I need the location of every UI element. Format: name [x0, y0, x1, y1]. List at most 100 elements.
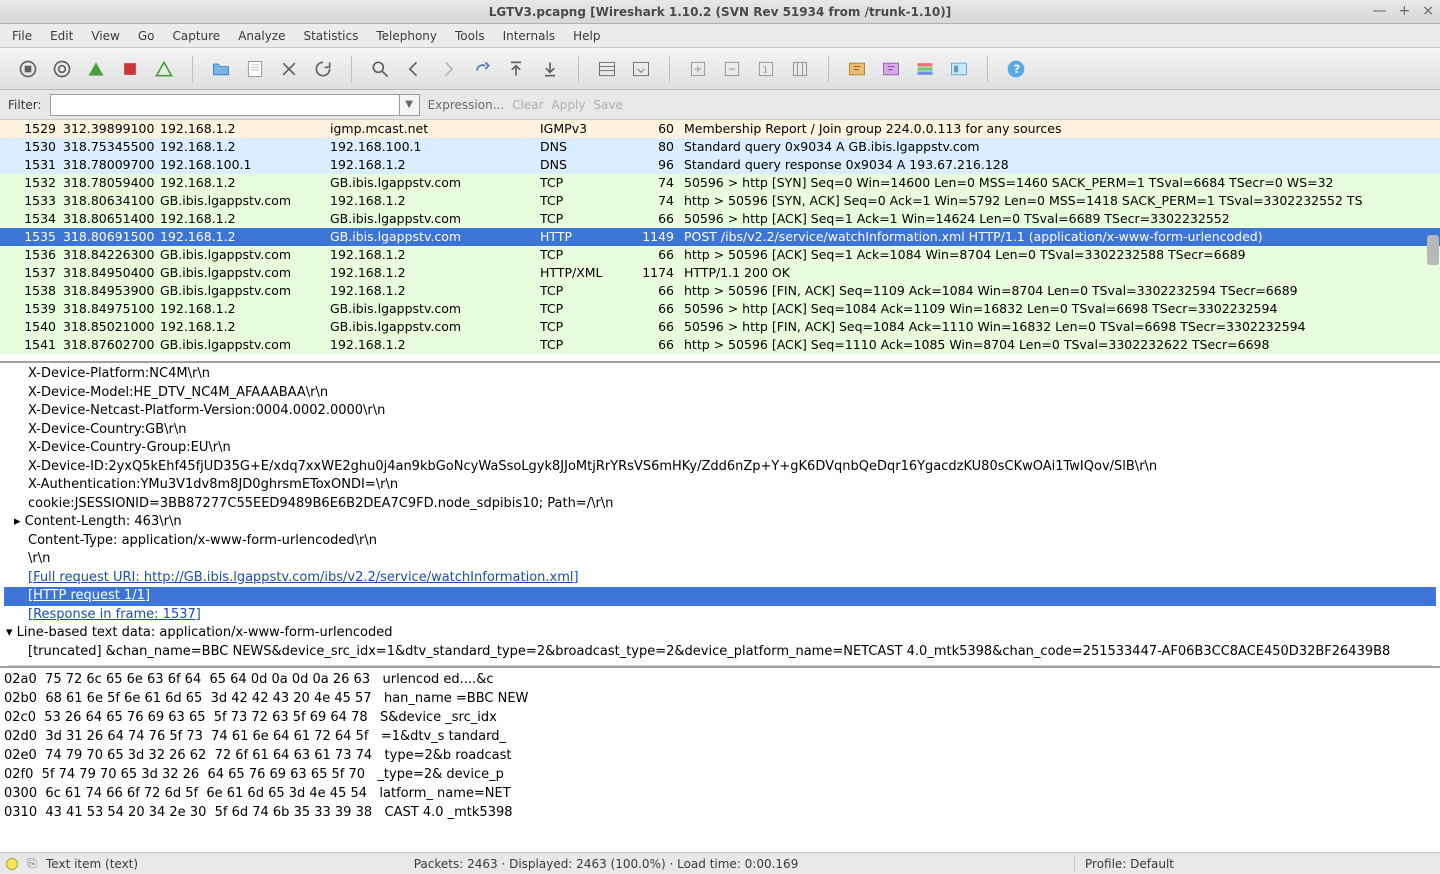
menu-statistics[interactable]: Statistics: [295, 27, 366, 45]
packet-row[interactable]: 1541318.87602700GB.ibis.lgappstv.com192.…: [0, 336, 1440, 354]
filter-dropdown-button[interactable]: ▼: [400, 94, 420, 116]
capture-start-icon[interactable]: [82, 55, 110, 83]
detail-line[interactable]: \r\n: [4, 550, 1436, 569]
zoom-out-icon[interactable]: [718, 55, 746, 83]
hex-line[interactable]: 02c0 53 26 64 65 76 69 63 65 5f 73 72 63…: [4, 708, 1436, 727]
save-file-icon[interactable]: [241, 55, 269, 83]
menu-analyze[interactable]: Analyze: [230, 27, 293, 45]
open-file-icon[interactable]: [207, 55, 235, 83]
menu-internals[interactable]: Internals: [495, 27, 564, 45]
reload-icon[interactable]: [309, 55, 337, 83]
detail-line[interactable]: Content-Type: application/x-www-form-url…: [4, 532, 1436, 551]
hex-line[interactable]: 0300 6c 61 74 66 6f 72 6d 5f 6e 61 6d 65…: [4, 784, 1436, 803]
resize-columns-icon[interactable]: [786, 55, 814, 83]
detail-line[interactable]: X-Device-Country-Group:EU\r\n: [4, 439, 1436, 458]
detail-line[interactable]: ▸ Content-Length: 463\r\n: [4, 513, 1436, 532]
menu-tools[interactable]: Tools: [447, 27, 493, 45]
svg-text:1: 1: [763, 64, 768, 74]
menu-help[interactable]: Help: [565, 27, 608, 45]
menu-capture[interactable]: Capture: [164, 27, 228, 45]
go-last-icon[interactable]: [536, 55, 564, 83]
go-to-icon[interactable]: [468, 55, 496, 83]
detail-line[interactable]: cookie:JSESSIONID=3BB87277C55EED9489B6E6…: [4, 495, 1436, 514]
display-filters-icon[interactable]: [877, 55, 905, 83]
hex-line[interactable]: 02d0 3d 31 26 64 74 76 5f 73 74 61 6e 64…: [4, 727, 1436, 746]
capture-restart-icon[interactable]: [150, 55, 178, 83]
window-title: LGTV3.pcapng [Wireshark 1.10.2 (SVN Rev …: [489, 5, 951, 19]
capture-filters-icon[interactable]: [843, 55, 871, 83]
filter-save-button[interactable]: Save: [593, 98, 622, 112]
hex-line[interactable]: 02b0 68 61 6e 5f 6e 61 6d 65 3d 42 42 43…: [4, 689, 1436, 708]
menu-telephony[interactable]: Telephony: [368, 27, 445, 45]
menu-edit[interactable]: Edit: [42, 27, 81, 45]
options-icon[interactable]: [48, 55, 76, 83]
detail-line[interactable]: X-Authentication:YMu3V1dv8m8JD0ghrsmETox…: [4, 476, 1436, 495]
expert-info-icon[interactable]: [6, 858, 18, 870]
packet-row[interactable]: 1532318.78059400192.168.1.2GB.ibis.lgapp…: [0, 174, 1440, 192]
packet-row[interactable]: 1531318.78009700192.168.100.1192.168.1.2…: [0, 156, 1440, 174]
preferences-icon[interactable]: [945, 55, 973, 83]
packet-row[interactable]: 1537318.84950400GB.ibis.lgappstv.com192.…: [0, 264, 1440, 282]
filter-clear-button[interactable]: Clear: [512, 98, 543, 112]
toolbar-separator: [669, 56, 670, 82]
toolbar-separator: [351, 56, 352, 82]
detail-line[interactable]: ▾ Line-based text data: application/x-ww…: [4, 624, 1436, 643]
packet-detail-pane[interactable]: X-Device-Platform:NC4M\r\nX-Device-Model…: [0, 363, 1440, 668]
filter-expression-button[interactable]: Expression...: [428, 98, 505, 112]
packet-row[interactable]: 1533318.80634100GB.ibis.lgappstv.com192.…: [0, 192, 1440, 210]
packet-row[interactable]: 1539318.84975100192.168.1.2GB.ibis.lgapp…: [0, 300, 1440, 318]
window-title-bar: LGTV3.pcapng [Wireshark 1.10.2 (SVN Rev …: [0, 0, 1440, 24]
packet-list-pane[interactable]: 1529312.39899100192.168.1.2igmp.mcast.ne…: [0, 120, 1440, 363]
window-maximize-button[interactable]: +: [1399, 3, 1411, 19]
detail-line[interactable]: X-Device-Platform:NC4M\r\n: [4, 365, 1436, 384]
filter-bar: Filter: ▼ Expression... Clear Apply Save: [0, 90, 1440, 120]
packet-row[interactable]: 1536318.84226300GB.ibis.lgappstv.com192.…: [0, 246, 1440, 264]
packet-row[interactable]: 1540318.85021000192.168.1.2GB.ibis.lgapp…: [0, 318, 1440, 336]
menu-go[interactable]: Go: [130, 27, 163, 45]
detail-line[interactable]: X-Device-ID:2yxQ5kEhf45fjUD35G+E/xdq7xxW…: [4, 458, 1436, 477]
go-first-icon[interactable]: [502, 55, 530, 83]
packet-row[interactable]: 1534318.80651400192.168.1.2GB.ibis.lgapp…: [0, 210, 1440, 228]
detail-line[interactable]: [Full request URI: http://GB.ibis.lgapps…: [4, 569, 1436, 588]
go-back-icon[interactable]: [400, 55, 428, 83]
close-file-icon[interactable]: [275, 55, 303, 83]
packet-list-scrollbar[interactable]: [1427, 235, 1439, 265]
detail-line[interactable]: X-Device-Country:GB\r\n: [4, 421, 1436, 440]
status-left: Text item (text): [46, 857, 138, 871]
window-minimize-button[interactable]: —: [1373, 3, 1387, 19]
status-bar: ⎘ Text item (text) Packets: 2463 · Displ…: [0, 852, 1440, 874]
packet-row[interactable]: 1529312.39899100192.168.1.2igmp.mcast.ne…: [0, 120, 1440, 138]
window-close-button[interactable]: ×: [1422, 3, 1434, 19]
toolbar-separator: [828, 56, 829, 82]
filter-input[interactable]: [50, 94, 400, 116]
zoom-reset-icon[interactable]: 1: [752, 55, 780, 83]
help-icon[interactable]: ?: [1002, 55, 1030, 83]
interfaces-icon[interactable]: [14, 55, 42, 83]
colorize-icon[interactable]: [593, 55, 621, 83]
coloring-rules-icon[interactable]: [911, 55, 939, 83]
filter-apply-button[interactable]: Apply: [552, 98, 586, 112]
go-forward-icon[interactable]: [434, 55, 462, 83]
packet-row[interactable]: 1530318.75345500192.168.1.2192.168.100.1…: [0, 138, 1440, 156]
detail-line[interactable]: [truncated] &chan_name=BBC NEWS&device_s…: [4, 643, 1436, 662]
hex-line[interactable]: 02a0 75 72 6c 65 6e 63 6f 64 65 64 0d 0a…: [4, 670, 1436, 689]
packet-row[interactable]: 1538318.84953900GB.ibis.lgappstv.com192.…: [0, 282, 1440, 300]
main-toolbar: 1 ?: [0, 48, 1440, 90]
detail-line[interactable]: X-Device-Netcast-Platform-Version:0004.0…: [4, 402, 1436, 421]
toolbar-separator: [987, 56, 988, 82]
packet-row[interactable]: 1535318.80691500192.168.1.2GB.ibis.lgapp…: [0, 228, 1440, 246]
capture-stop-icon[interactable]: [116, 55, 144, 83]
hex-line[interactable]: 02f0 5f 74 79 70 65 3d 32 26 64 65 76 69…: [4, 765, 1436, 784]
detail-line[interactable]: X-Device-Model:HE_DTV_NC4M_AFAAABAA\r\n: [4, 384, 1436, 403]
find-icon[interactable]: [366, 55, 394, 83]
status-expand-icon[interactable]: ⎘: [26, 858, 38, 870]
hex-line[interactable]: 02e0 74 79 70 65 3d 32 26 62 72 6f 61 64…: [4, 746, 1436, 765]
detail-line[interactable]: [Response in frame: 1537]: [4, 606, 1436, 625]
packet-bytes-pane[interactable]: 02a0 75 72 6c 65 6e 63 6f 64 65 64 0d 0a…: [0, 668, 1440, 852]
auto-scroll-icon[interactable]: [627, 55, 655, 83]
detail-line[interactable]: [HTTP request 1/1]: [4, 587, 1436, 606]
zoom-in-icon[interactable]: [684, 55, 712, 83]
hex-line[interactable]: 0310 43 41 53 54 20 34 2e 30 5f 6d 74 6b…: [4, 803, 1436, 822]
menu-file[interactable]: File: [4, 27, 40, 45]
menu-view[interactable]: View: [83, 27, 127, 45]
